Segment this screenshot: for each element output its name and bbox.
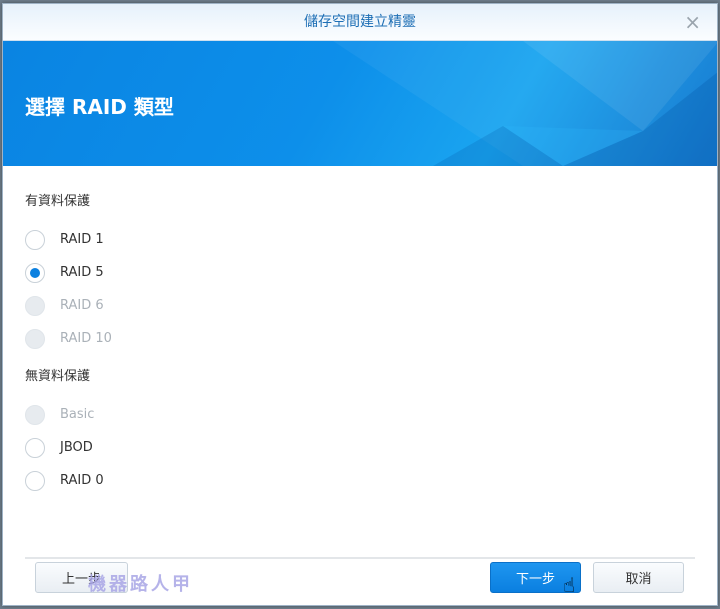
title-bar: 儲存空間建立精靈 × <box>3 4 717 41</box>
radio-button <box>25 404 45 425</box>
radio-label: RAID 10 <box>60 331 112 346</box>
radio-option-raid-6: RAID 6 <box>25 289 695 322</box>
hand-cursor-icon: ☝ <box>563 573 576 597</box>
banner: 選擇 RAID 類型 <box>3 41 717 166</box>
radio-option-raid-5[interactable]: RAID 5 <box>25 256 695 289</box>
radio-label: JBOD <box>60 440 93 455</box>
close-icon[interactable]: × <box>684 4 701 41</box>
radio-button <box>25 328 45 349</box>
page-heading: 選擇 RAID 類型 <box>25 95 174 119</box>
radio-selected-dot <box>30 267 40 278</box>
radio-label: RAID 1 <box>60 232 104 247</box>
storage-wizard-dialog: 儲存空間建立精靈 × 選擇 RAID 類型 有資料保護 RAID 1 RAID 5 R… <box>2 3 718 606</box>
radio-label: RAID 6 <box>60 298 104 313</box>
radio-button[interactable] <box>25 470 45 491</box>
footer-divider <box>25 557 695 559</box>
radio-label: RAID 5 <box>60 265 104 280</box>
radio-label: RAID 0 <box>60 473 104 488</box>
raid-options: 有資料保護 RAID 1 RAID 5 RAID 6 RAID 10 無資料保護 Basic… <box>3 166 717 517</box>
radio-button[interactable] <box>25 262 45 283</box>
radio-button <box>25 295 45 316</box>
cancel-button[interactable]: 取消 <box>593 562 684 593</box>
radio-option-raid-10: RAID 10 <box>25 322 695 355</box>
group-label: 無資料保護 <box>25 369 91 384</box>
radio-option-jbod[interactable]: JBOD <box>25 431 695 464</box>
radio-option-basic: Basic <box>25 398 695 431</box>
radio-option-raid-1[interactable]: RAID 1 <box>25 223 695 256</box>
radio-button[interactable] <box>25 229 45 250</box>
window-title: 儲存空間建立精靈 <box>304 14 416 30</box>
watermark: 機器路人甲 <box>88 574 193 595</box>
group-label: 有資料保護 <box>25 194 91 209</box>
radio-option-raid-0[interactable]: RAID 0 <box>25 464 695 497</box>
radio-button[interactable] <box>25 437 45 458</box>
radio-label: Basic <box>60 407 95 422</box>
